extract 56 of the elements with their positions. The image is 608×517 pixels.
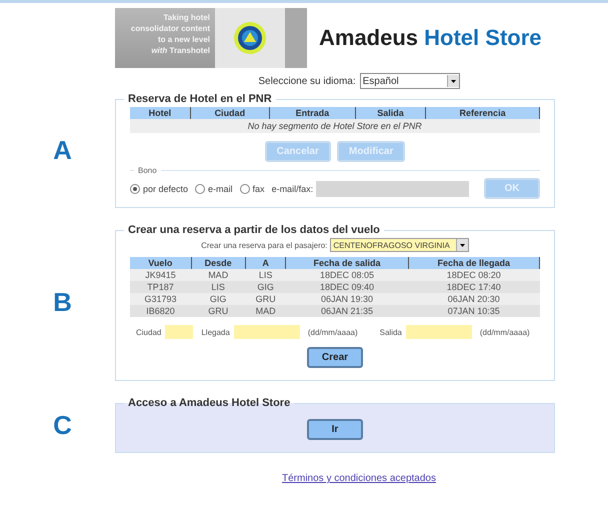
column-header: Hotel [130,107,190,119]
table-cell: GRU [191,305,246,317]
section-letter: B [53,287,72,318]
field-label: Llegada [201,328,230,336]
table-cell: 06JAN 21:35 [286,305,408,317]
table-cell: 18DEC 17:40 [408,281,540,293]
table-cell: MAD [191,269,246,281]
table-cell: MAD [245,305,286,317]
table-cell: IB6820 [130,305,192,317]
app-title: Amadeus Hotel Store [319,25,542,51]
empty-message: No hay segmento de Hotel Store en el PNR [130,119,540,133]
table-cell: TP187 [130,281,192,293]
table-cell: 06JAN 20:30 [408,293,540,305]
passenger-select[interactable]: CENTENOFRAGOSO VIRGINIA [330,238,469,252]
column-header: Fecha de salida [286,257,408,269]
field-label: Ciudad [136,328,162,336]
table-cell: 07JAN 10:35 [408,305,540,317]
column-header: Referencia [426,107,540,119]
table-cell: GIG [245,281,286,293]
section-letter: A [53,135,72,166]
promo-banner: Taking hotel consolidator content to a new level with Transhotel [115,8,215,68]
section-title: Acceso a Amadeus Hotel Store [127,397,292,409]
section-letter: C [53,410,72,440]
table-cell: GRU [245,293,286,305]
table-cell: 18DEC 08:05 [286,269,408,281]
table-cell: 06JAN 19:30 [286,293,408,305]
section-title: Reserva de Hotel en el PNR [127,93,273,105]
field-label: e-mail/fax: [272,184,314,194]
table-cell: 18DEC 09:40 [286,281,408,293]
column-header: Desde [191,257,246,269]
create-button[interactable]: Crear [307,347,363,368]
column-header: A [245,257,286,269]
table-cell: GIG [191,293,246,305]
terms-link[interactable]: Términos y condiciones aceptados [110,473,608,484]
column-header: Entrada [269,107,356,119]
group-title: Bono [137,166,158,175]
table-cell: LIS [245,269,286,281]
column-header: Ciudad [190,107,270,119]
radio-label: fax [252,184,265,194]
table-cell: G31793 [130,293,192,305]
passenger-label: Crear una reserva para el pasajero: [201,240,328,250]
go-button[interactable]: Ir [307,419,363,440]
field-label: Salida [380,328,402,336]
language-select[interactable]: Español [360,73,460,89]
column-header: Salida [355,107,426,119]
table-cell: JK9415 [130,269,192,281]
radio-label: por defecto [143,184,188,194]
language-label: Seleccione su idioma: [258,76,356,86]
column-header: Fecha de llegada [408,257,540,269]
format-hint: (dd/mm/aaaa) [308,328,358,336]
format-hint: (dd/mm/aaaa) [480,328,530,336]
table-cell: 18DEC 08:20 [408,269,540,281]
column-header: Vuelo [130,257,192,269]
table-cell: LIS [191,281,246,293]
radio-label: e-mail [208,184,233,194]
section-title: Crear una reserva a partir de los datos del vuelo [127,224,381,236]
